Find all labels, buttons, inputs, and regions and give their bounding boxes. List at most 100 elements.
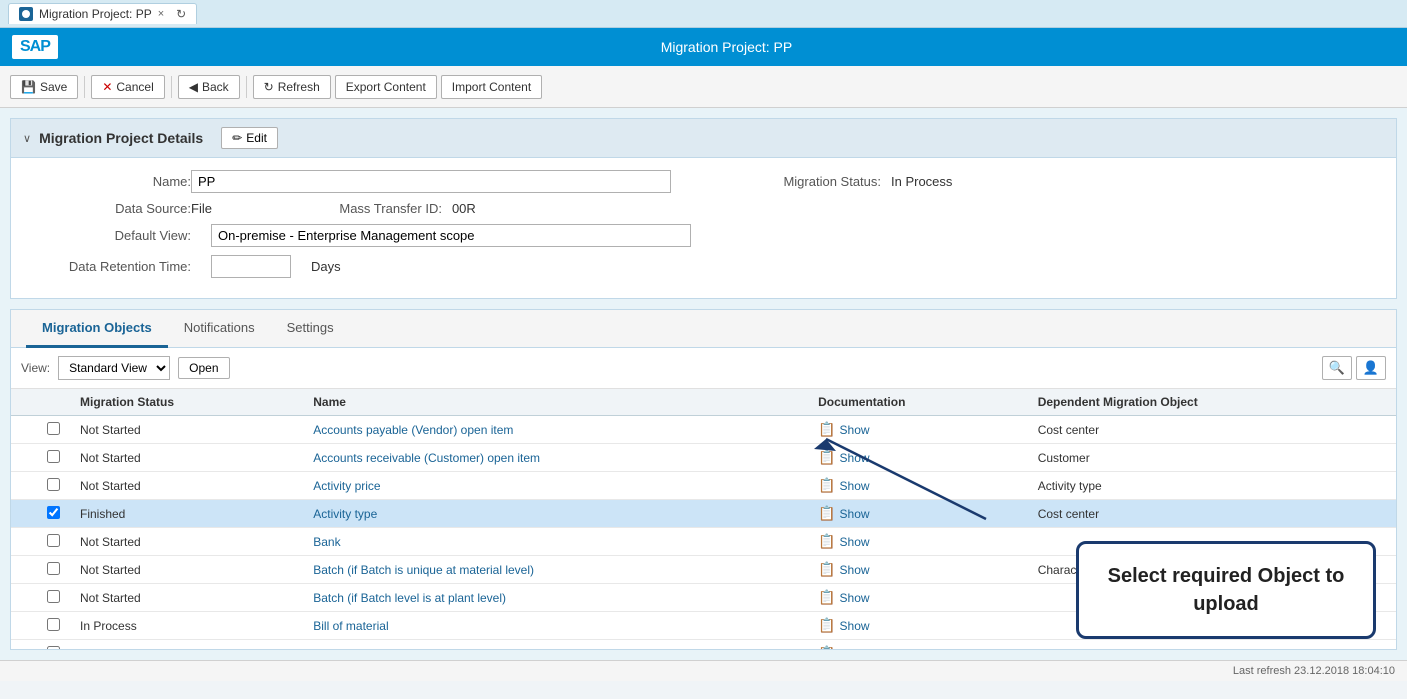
cell-documentation[interactable]: 📋Show — [808, 612, 1028, 640]
form-row-retention: Data Retention Time: Days — [31, 255, 1376, 278]
show-link[interactable]: 📋Show — [818, 561, 1018, 578]
col-name: Name — [303, 389, 808, 416]
export-button[interactable]: Export Content — [335, 75, 437, 99]
cell-name[interactable]: Activity type — [303, 500, 808, 528]
section-toggle-icon[interactable]: ∨ — [23, 132, 31, 145]
tab-refresh-btn[interactable]: ↻ — [176, 7, 186, 21]
last-refresh: Last refresh 23.12.2018 18:04:10 — [1233, 665, 1395, 677]
row-checkbox[interactable] — [47, 534, 60, 547]
cell-name[interactable]: Activity price — [303, 472, 808, 500]
show-link[interactable]: 📋Show — [818, 421, 1018, 438]
col-migration-status: Migration Status — [70, 389, 303, 416]
show-link[interactable]: 📋Show — [818, 645, 1018, 649]
tab-bar: Migration Project: PP × ↻ — [0, 0, 1407, 28]
toolbar-separator — [84, 76, 85, 98]
row-checkbox[interactable] — [47, 590, 60, 603]
table-row[interactable]: Not StartedAccounts receivable (Customer… — [11, 444, 1396, 472]
tab-notifications[interactable]: Notifications — [168, 310, 271, 348]
show-link[interactable]: 📋Show — [818, 589, 1018, 606]
cell-documentation[interactable]: 📋Show — [808, 444, 1028, 472]
main-content: ∨ Migration Project Details ✏ Edit Name:… — [0, 108, 1407, 660]
show-link[interactable]: 📋Show — [818, 617, 1018, 634]
row-checkbox[interactable] — [47, 506, 60, 519]
show-link[interactable]: 📋Show — [818, 449, 1018, 466]
table-icons: 🔍 👤 — [1322, 356, 1386, 380]
retention-unit: Days — [311, 259, 341, 274]
migration-status-value: In Process — [891, 174, 952, 189]
name-input[interactable] — [191, 170, 671, 193]
person-icon-btn[interactable]: 👤 — [1356, 356, 1386, 380]
row-checkbox[interactable] — [47, 646, 60, 650]
row-checkbox[interactable] — [47, 562, 60, 575]
sap-logo: SAP — [12, 35, 58, 59]
doc-icon: 📋 — [818, 505, 835, 522]
row-checkbox[interactable] — [47, 422, 60, 435]
table-row[interactable]: Not StartedActivity price📋ShowActivity t… — [11, 472, 1396, 500]
tabs-container: Migration Objects Notifications Settings… — [10, 309, 1397, 650]
show-link[interactable]: 📋Show — [818, 505, 1018, 522]
view-select[interactable]: Standard View — [58, 356, 170, 380]
table-toolbar: View: Standard View Open 🔍 👤 — [11, 348, 1396, 389]
refresh-button[interactable]: ↻ Refresh — [253, 75, 331, 99]
cell-documentation[interactable]: 📋Show — [808, 584, 1028, 612]
table-row[interactable]: Not StartedAccounts payable (Vendor) ope… — [11, 416, 1396, 444]
cell-name[interactable]: Accounts payable (Vendor) open item — [303, 416, 808, 444]
cell-status: Not Started — [70, 640, 303, 650]
doc-icon: 📋 — [818, 617, 835, 634]
cell-documentation[interactable]: 📋Show — [808, 472, 1028, 500]
import-button[interactable]: Import Content — [441, 75, 542, 99]
cell-status: Not Started — [70, 444, 303, 472]
cell-dependent: Cost center — [1028, 416, 1396, 444]
col-checkbox — [37, 389, 70, 416]
section-title: Migration Project Details — [39, 130, 203, 146]
cell-documentation[interactable]: 📋Show — [808, 416, 1028, 444]
cell-status: Not Started — [70, 416, 303, 444]
cell-dependent: Cost center — [1028, 500, 1396, 528]
cell-dependent — [1028, 640, 1396, 650]
tab-settings[interactable]: Settings — [271, 310, 350, 348]
cell-status: Not Started — [70, 584, 303, 612]
tab-migration-objects[interactable]: Migration Objects — [26, 310, 168, 348]
cell-name[interactable]: Bill of material — [303, 612, 808, 640]
toolbar-separator-3 — [246, 76, 247, 98]
edit-button[interactable]: ✏ Edit — [221, 127, 278, 149]
form-row-defaultview: Default View: — [31, 224, 1376, 247]
show-link[interactable]: 📋Show — [818, 533, 1018, 550]
row-checkbox[interactable] — [47, 450, 60, 463]
doc-icon: 📋 — [818, 589, 835, 606]
back-button[interactable]: ◀ Back — [178, 75, 240, 99]
row-checkbox[interactable] — [47, 478, 60, 491]
row-indicator-cell — [11, 416, 37, 444]
tab-close-btn[interactable]: × — [158, 8, 164, 20]
save-button[interactable]: 💾 Save — [10, 75, 78, 99]
cell-documentation[interactable]: 📋Show — [808, 640, 1028, 650]
cell-name[interactable]: Batch (if Batch is unique at material le… — [303, 556, 808, 584]
cell-name[interactable]: Accounts receivable (Customer) open item — [303, 444, 808, 472]
form-row-name: Name: Migration Status: In Process — [31, 170, 1376, 193]
table-row[interactable]: Not StartedCharacteristic 📋Show — [11, 640, 1396, 650]
cell-documentation[interactable]: 📋Show — [808, 500, 1028, 528]
browser-tab[interactable]: Migration Project: PP × ↻ — [8, 3, 197, 24]
callout-box: Select required Object toupload — [1076, 541, 1376, 639]
migration-status-label: Migration Status: — [751, 174, 881, 189]
sap-header: SAP Migration Project: PP — [0, 28, 1407, 66]
cell-name[interactable]: Bank — [303, 528, 808, 556]
defaultview-input[interactable] — [211, 224, 691, 247]
cell-name[interactable]: Characteristic — [303, 640, 808, 650]
tab-title: Migration Project: PP — [39, 7, 152, 21]
row-indicator-cell — [11, 556, 37, 584]
cell-documentation[interactable]: 📋Show — [808, 528, 1028, 556]
cell-documentation[interactable]: 📋Show — [808, 556, 1028, 584]
show-link[interactable]: 📋Show — [818, 477, 1018, 494]
footer: Last refresh 23.12.2018 18:04:10 — [0, 660, 1407, 681]
cell-name[interactable]: Batch (if Batch level is at plant level) — [303, 584, 808, 612]
table-row[interactable]: FinishedActivity type📋ShowCost center — [11, 500, 1396, 528]
search-icon-btn[interactable]: 🔍 — [1322, 356, 1352, 380]
retention-input[interactable] — [211, 255, 291, 278]
refresh-icon: ↻ — [264, 80, 274, 94]
edit-icon: ✏ — [232, 131, 242, 145]
cancel-button[interactable]: ✕ Cancel — [91, 75, 164, 99]
open-button[interactable]: Open — [178, 357, 229, 379]
row-checkbox[interactable] — [47, 618, 60, 631]
doc-icon: 📋 — [818, 477, 835, 494]
